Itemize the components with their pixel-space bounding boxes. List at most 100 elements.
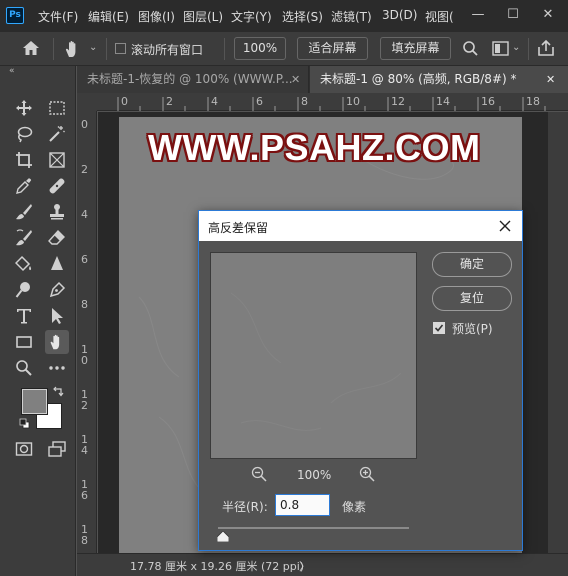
chevron-down-icon[interactable]: ⌄ [89,42,97,53]
minimize-button[interactable]: — [467,4,489,26]
menu-layer[interactable]: 图层(L) [183,8,223,25]
pen-tool-icon[interactable] [45,278,69,302]
preview-checkbox[interactable] [433,322,445,334]
radius-unit-label: 像素 [342,500,367,514]
maximize-button[interactable]: ☐ [502,4,524,26]
tab-active-document[interactable]: 未标题-1 @ 80% (高频, RGB/8#) * ✕ [310,66,568,93]
dodge-tool-icon[interactable] [12,278,36,302]
collapse-panel-icon[interactable]: « [9,66,15,76]
ruler-tick-label: 4 [211,95,218,108]
screen-mode-icon[interactable] [45,437,69,461]
ruler-tick-label: 16 [481,95,495,108]
scroll-all-windows-checkbox[interactable] [115,43,126,54]
dialog-title: 高反差保留 [208,221,269,235]
ruler-tick-label: 6 [256,95,263,108]
menu-type[interactable]: 文字(Y) [231,8,272,25]
menu-filter[interactable]: 滤镜(T) [331,8,372,25]
type-tool-icon[interactable] [12,304,36,328]
ruler-tick-label: 4 [81,208,88,221]
share-icon[interactable] [537,39,555,60]
ruler-tick-label: 1 2 [81,388,88,412]
ruler-tick-label: 12 [391,95,405,108]
photoshop-logo: Ps [6,7,24,24]
marquee-tool-icon[interactable] [45,96,69,120]
status-menu-arrow-icon[interactable]: 〉 [299,558,310,574]
ruler-tick-label: 1 4 [81,433,88,457]
ruler-tick-label: 0 [81,118,88,131]
hand-tool-preset-icon[interactable] [63,39,83,62]
scroll-all-windows-label: 滚动所有窗口 [131,43,204,57]
tab-recovered-document[interactable]: 未标题-1-恢复的 @ 100% (WWW.P... ✕ [77,66,309,93]
tab-close-icon[interactable]: ✕ [546,66,555,93]
clone-stamp-tool-icon[interactable] [45,200,69,224]
eyedropper-tool-icon[interactable] [12,174,36,198]
quick-mask-icon[interactable] [12,437,36,461]
menu-file[interactable]: 文件(F) [38,8,78,25]
search-icon[interactable] [462,40,479,60]
ruler-tick-label: 1 8 [81,523,88,547]
fill-screen-button[interactable]: 填充屏幕 [380,37,451,60]
close-window-button[interactable]: ✕ [537,4,559,26]
brush-tool-icon[interactable] [12,200,36,224]
ruler-tick-label: 8 [81,298,88,311]
radius-label: 半径(R): [222,500,268,514]
radius-slider-handle[interactable] [216,530,230,543]
close-icon[interactable] [496,217,514,235]
preview-label: 预览(P) [452,322,493,336]
eraser-tool-icon[interactable] [45,226,69,250]
options-bar: ⌄ 滚动所有窗口 100% 适合屏幕 填充屏幕 ⌄ [0,32,568,66]
crop-tool-icon[interactable] [12,148,36,172]
menu-image[interactable]: 图像(I) [138,8,175,25]
rectangle-tool-icon[interactable] [12,330,36,354]
fit-screen-button[interactable]: 适合屏幕 [297,37,368,60]
vertical-scrollbar[interactable] [548,112,568,553]
path-selection-tool-icon[interactable] [45,304,69,328]
ruler-tick-label: 14 [436,95,450,108]
swap-colors-icon[interactable] [52,386,64,401]
zoom-tool-icon[interactable] [12,356,36,380]
workspace-chevron-icon[interactable]: ⌄ [512,42,520,53]
default-colors-icon[interactable] [19,418,30,432]
healing-brush-tool-icon[interactable] [45,174,69,198]
zoom-100-button[interactable]: 100% [234,37,286,60]
foreground-color-swatch[interactable] [21,388,48,415]
radius-slider-track[interactable] [218,527,409,529]
ruler-tick-label: 6 [81,253,88,266]
ok-button[interactable]: 确定 [432,252,512,277]
reset-button[interactable]: 复位 [432,286,512,311]
menu-view[interactable]: 视图( [425,8,454,25]
history-brush-tool-icon[interactable] [12,226,36,250]
home-icon[interactable] [22,40,40,59]
ruler-tick-label: 18 [526,95,540,108]
document-tab-bar: 未标题-1-恢复的 @ 100% (WWW.P... ✕ 未标题-1 @ 80%… [77,66,568,93]
tab-close-icon[interactable]: ✕ [291,66,300,93]
ruler-tick-label: 8 [301,95,308,108]
blur-tool-icon[interactable] [45,252,69,276]
ruler-corner [77,93,97,111]
document-size-status: 17.78 厘米 x 19.26 厘米 (72 ppi) [130,560,305,573]
zoom-in-icon[interactable] [359,466,375,482]
high-pass-dialog: 高反差保留 确定 复位 预览(P) 100% 半径(R): 0.8 像素 [198,210,523,551]
menu-bar: Ps 文件(F) 编辑(E) 图像(I) 图层(L) 文字(Y) 选择(S) 滤… [0,0,568,32]
status-bar: 17.78 厘米 x 19.26 厘米 (72 ppi) 〉 [77,553,568,576]
paint-bucket-tool-icon[interactable] [12,252,36,276]
more-tools-icon[interactable] [45,356,69,380]
watermark-text: WWW.PSAHZ.COM [148,127,481,168]
hand-tool-icon[interactable] [45,330,69,354]
menu-edit[interactable]: 编辑(E) [88,8,129,25]
menu-3d[interactable]: 3D(D) [382,8,417,22]
frame-tool-icon[interactable] [45,148,69,172]
ruler-tick-label: 0 [121,95,128,108]
menu-select[interactable]: 选择(S) [282,8,323,25]
zoom-out-icon[interactable] [251,466,267,482]
tool-panel: « [0,66,76,576]
lasso-tool-icon[interactable] [12,122,36,146]
radius-input[interactable]: 0.8 [275,494,330,516]
filter-preview-area[interactable] [210,252,417,459]
ruler-tick-label: 10 [346,95,360,108]
tab-label: 未标题-1 @ 80% (高频, RGB/8#) * [320,72,517,86]
workspace-icon[interactable] [492,41,509,59]
dialog-titlebar[interactable]: 高反差保留 [199,211,522,241]
magic-wand-tool-icon[interactable] [45,122,69,146]
move-tool-icon[interactable] [12,96,36,120]
